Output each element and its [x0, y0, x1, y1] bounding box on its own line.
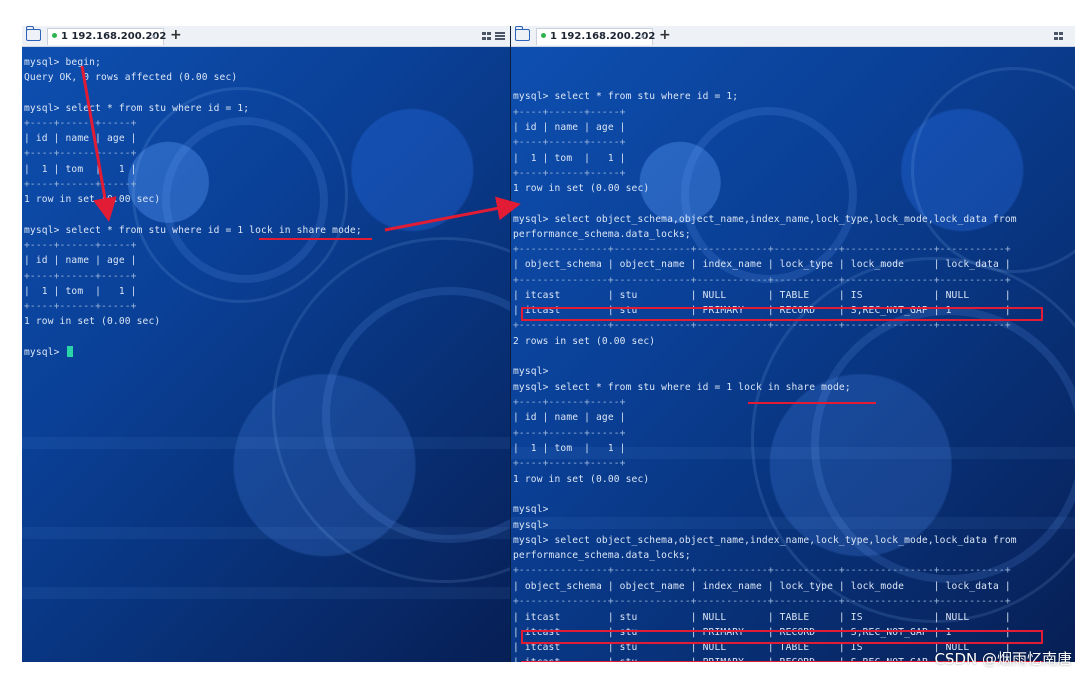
table-row: | itcast | stu | NULL | TABLE | IS | NUL… — [513, 290, 1011, 301]
watermark: CSDN @烟雨忆南唐 — [934, 650, 1072, 668]
table-row: | 1 | tom | 1 | — [513, 443, 626, 454]
menu-icon[interactable] — [495, 32, 505, 40]
grid-view-icon[interactable] — [482, 32, 491, 40]
table-row: | 1 | tom | 1 | — [24, 286, 137, 297]
close-icon[interactable]: × — [638, 29, 646, 45]
terminal-line: 1 row in set (0.00 sec) — [24, 316, 161, 327]
terminal-output[interactable]: mysql> begin; Query OK, 0 rows affected … — [22, 47, 510, 662]
table-border: +----+------+-----+ — [513, 428, 626, 439]
terminal-line: mysql> — [513, 366, 549, 377]
terminal-line: mysql> select * from stu where id = 1 lo… — [24, 225, 362, 236]
prompt-line[interactable]: mysql> — [24, 346, 74, 359]
terminal-line: 1 row in set (0.00 sec) — [513, 183, 650, 194]
table-border: +----+------+-----+ — [513, 458, 626, 469]
highlight-box — [521, 630, 1043, 644]
cursor-icon — [67, 346, 74, 357]
terminal-output[interactable]: mysql> select * from stu where id = 1; +-… — [511, 47, 1075, 662]
table-row: | itcast | stu | NULL | TABLE | IS | NUL… — [513, 612, 1011, 623]
table-row: | object_schema | object_name | index_na… — [513, 581, 1011, 592]
session-tab[interactable]: 1 192.168.200.202 × — [536, 28, 655, 45]
table-border: +----+------+-----+ — [513, 107, 626, 118]
folder-icon[interactable] — [515, 26, 530, 41]
table-row: | object_schema | object_name | index_na… — [513, 259, 1011, 270]
terminal-line: Query OK, 0 rows affected (0.00 sec) — [24, 72, 238, 83]
terminal-line: mysql> select * from stu where id = 1; — [24, 103, 250, 114]
terminal-line: mysql> select * from stu where id = 1 lo… — [513, 382, 851, 393]
terminal-line: mysql> select object_schema,object_name,… — [513, 535, 1017, 546]
table-row: | id | name | age | — [513, 122, 626, 133]
table-border: +----+------+-----+ — [24, 179, 137, 190]
right-terminal-pane: 1 192.168.200.202 × + mysql> select * fr… — [511, 26, 1075, 662]
connected-dot-icon — [541, 33, 546, 38]
tab-bar: 1 192.168.200.202 × + — [22, 26, 510, 47]
highlight-underline — [259, 238, 372, 240]
session-tab[interactable]: 1 192.168.200.202 × — [47, 28, 166, 45]
table-border: +----+------+-----+ — [24, 240, 137, 251]
table-border: +---------------+-------------+---------… — [513, 244, 1011, 255]
folder-icon[interactable] — [26, 26, 41, 41]
terminal-line: mysql> — [513, 504, 549, 515]
prompt: mysql> — [24, 347, 66, 358]
terminal-line: 1 row in set (0.00 sec) — [24, 194, 161, 205]
terminal-line: 2 rows in set (0.00 sec) — [513, 336, 656, 347]
plus-icon[interactable]: + — [170, 27, 182, 43]
table-border: +----+------+-----+ — [24, 118, 137, 129]
terminal-line: mysql> — [513, 520, 549, 531]
table-row: | 1 | tom | 1 | — [24, 164, 137, 175]
connected-dot-icon — [52, 33, 57, 38]
table-border: +----+------+-----+ — [24, 301, 137, 312]
terminal-line: performance_schema.data_locks; — [513, 229, 691, 240]
table-border: +----+------+-----+ — [24, 148, 137, 159]
left-terminal-pane: 1 192.168.200.202 × + mysql> begin; Quer… — [22, 26, 510, 662]
highlight-underline — [748, 402, 876, 404]
table-border: +----+------+-----+ — [513, 137, 626, 148]
table-border: +----+------+-----+ — [24, 271, 137, 282]
plus-icon[interactable]: + — [659, 27, 671, 43]
close-icon[interactable]: × — [149, 29, 157, 45]
table-border: +----+------+-----+ — [513, 397, 626, 408]
terminal-line: performance_schema.data_locks; — [513, 550, 691, 561]
highlight-box — [521, 307, 1043, 321]
terminal-line: mysql> begin; — [24, 57, 102, 68]
terminal-line: 1 row in set (0.00 sec) — [513, 474, 650, 485]
table-header: | id | name | age | — [24, 255, 137, 266]
table-row: | id | name | age | — [513, 412, 626, 423]
table-border: +---------------+-------------+---------… — [513, 565, 1011, 576]
table-border: +---------------+-------------+---------… — [513, 275, 1011, 286]
table-border: +---------------+-------------+---------… — [513, 596, 1011, 607]
table-border: +----+------+-----+ — [513, 168, 626, 179]
table-header: | id | name | age | — [24, 133, 137, 144]
grid-view-icon[interactable] — [1054, 32, 1063, 40]
terminal-line: mysql> select object_schema,object_name,… — [513, 214, 1017, 225]
table-row: | 1 | tom | 1 | — [513, 153, 626, 164]
terminal-line: mysql> select * from stu where id = 1; — [513, 91, 739, 102]
tab-bar: 1 192.168.200.202 × + — [511, 26, 1075, 47]
